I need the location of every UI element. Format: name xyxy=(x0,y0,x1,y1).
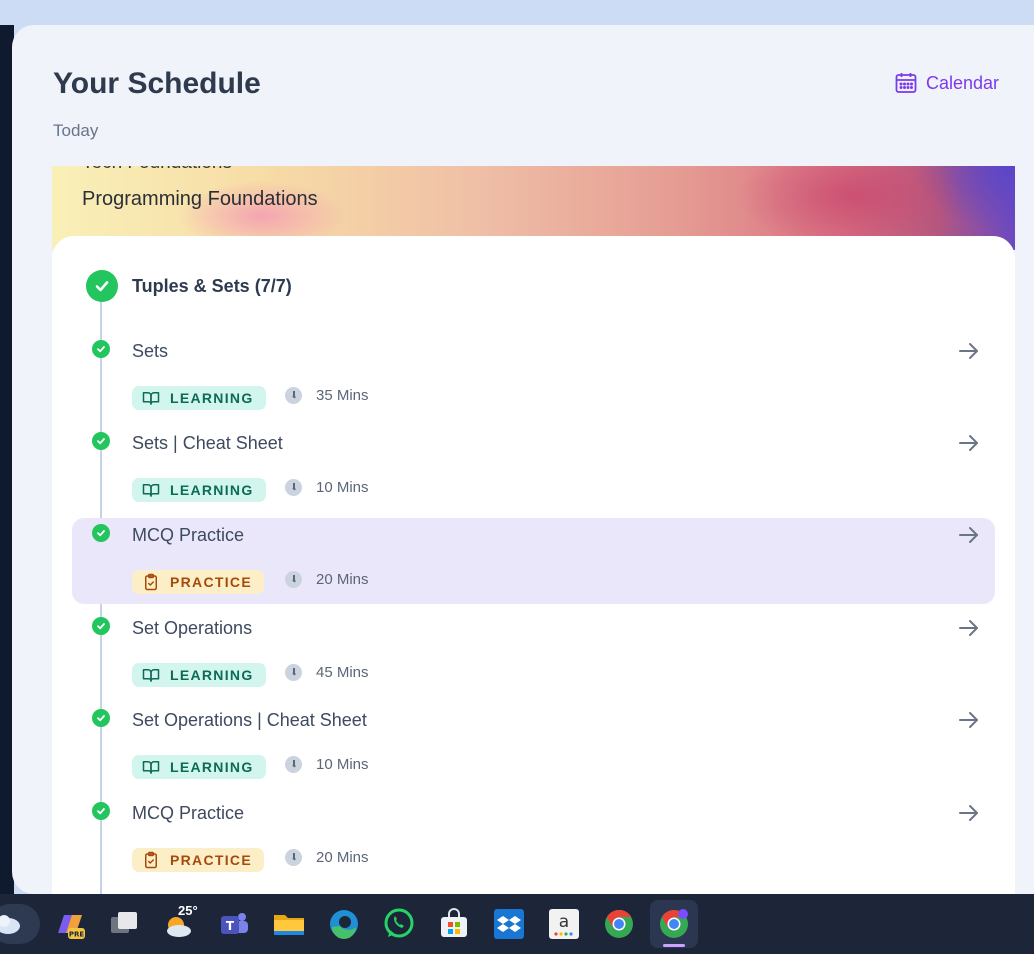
item-complete-check-icon xyxy=(92,617,110,635)
arrow-right-icon[interactable] xyxy=(957,523,981,547)
amazon-icon[interactable]: a xyxy=(547,907,581,941)
schedule-item-sets[interactable]: Sets LEARNING 35 Mins xyxy=(72,334,995,420)
clipboard-check-icon xyxy=(145,851,157,869)
weather-temperature: 25° xyxy=(178,903,198,918)
duration: 20 Mins xyxy=(285,571,369,588)
duration: 10 Mins xyxy=(285,756,369,773)
item-title: Sets xyxy=(132,341,169,361)
module-card: Tuples & Sets (7/7) Sets LEARNING 35 Min… xyxy=(52,236,1015,894)
arrow-right-icon[interactable] xyxy=(957,431,981,455)
clock-icon xyxy=(285,479,302,496)
clock-icon xyxy=(285,756,302,773)
task-view-icon[interactable] xyxy=(107,907,141,941)
item-complete-check-icon xyxy=(92,802,110,820)
teams-icon[interactable]: T xyxy=(217,907,251,941)
taskbar: PRE 25° T a xyxy=(0,894,1034,954)
weather-cloud-icon[interactable] xyxy=(0,904,40,944)
clipboard-check-icon xyxy=(145,573,157,591)
arrow-right-icon[interactable] xyxy=(957,616,981,640)
file-explorer-icon[interactable] xyxy=(272,907,306,941)
clock-icon xyxy=(285,849,302,866)
duration-label: 10 Mins xyxy=(316,479,369,496)
item-title: MCQ Practice xyxy=(132,803,245,823)
item-title: MCQ Practice xyxy=(132,525,245,545)
page-subtitle: Today xyxy=(53,121,99,140)
tag-label: LEARNING xyxy=(170,759,254,775)
active-app-indicator xyxy=(663,944,685,947)
clock-icon xyxy=(285,571,302,588)
item-title: Set Operations xyxy=(132,618,253,638)
book-icon xyxy=(142,392,160,405)
banner-clipped-text: Tech Foundations xyxy=(82,166,232,174)
window-top-strip xyxy=(0,0,1034,25)
svg-text:T: T xyxy=(226,919,235,933)
duration-label: 20 Mins xyxy=(316,849,369,866)
calendar-icon xyxy=(894,71,918,95)
svg-text:PRE: PRE xyxy=(69,931,85,939)
chrome-profile-icon[interactable] xyxy=(657,907,691,941)
learning-tag: LEARNING xyxy=(132,478,266,502)
schedule-item-set-operations[interactable]: Set Operations LEARNING 45 Mins xyxy=(72,611,995,697)
schedule-item-mcq-practice-2[interactable]: MCQ Practice PRACTICE 20 Mins xyxy=(72,796,995,882)
duration-label: 45 Mins xyxy=(316,664,369,681)
duration: 35 Mins xyxy=(285,387,369,404)
page-title: Your Schedule xyxy=(53,67,261,100)
item-complete-check-icon xyxy=(92,340,110,358)
practice-tag: PRACTICE xyxy=(132,848,264,872)
duration-label: 35 Mins xyxy=(316,387,369,404)
copilot-icon[interactable]: PRE xyxy=(52,907,86,941)
course-title: Programming Foundations xyxy=(82,188,318,210)
tag-label: PRACTICE xyxy=(170,852,252,868)
item-complete-check-icon xyxy=(92,432,110,450)
tag-label: LEARNING xyxy=(170,482,254,498)
schedule-panel: Your Schedule Today Calendar Tech Founda… xyxy=(12,25,1034,894)
arrow-right-icon[interactable] xyxy=(957,708,981,732)
module-title: Tuples & Sets (7/7) xyxy=(132,275,292,296)
practice-tag: PRACTICE xyxy=(132,570,264,594)
book-icon xyxy=(142,669,160,682)
dropbox-icon[interactable] xyxy=(492,907,526,941)
clock-icon xyxy=(285,387,302,404)
arrow-right-icon[interactable] xyxy=(957,339,981,363)
clock-icon xyxy=(285,664,302,681)
calendar-link[interactable]: Calendar xyxy=(894,71,999,95)
book-icon xyxy=(142,484,160,497)
tag-label: LEARNING xyxy=(170,390,254,406)
duration: 20 Mins xyxy=(285,849,369,866)
arrow-right-icon[interactable] xyxy=(957,801,981,825)
edge-icon[interactable] xyxy=(327,907,361,941)
duration: 45 Mins xyxy=(285,664,369,681)
microsoft-store-icon[interactable] xyxy=(437,907,471,941)
module-complete-check-icon xyxy=(86,270,118,302)
learning-tag: LEARNING xyxy=(132,386,266,410)
item-complete-check-icon xyxy=(92,524,110,542)
duration-label: 20 Mins xyxy=(316,571,369,588)
item-complete-check-icon xyxy=(92,709,110,727)
tag-label: PRACTICE xyxy=(170,574,252,590)
duration-label: 10 Mins xyxy=(316,756,369,773)
tag-label: LEARNING xyxy=(170,667,254,683)
schedule-item-mcq-practice[interactable]: MCQ Practice PRACTICE 20 Mins xyxy=(72,518,995,604)
chrome-icon[interactable] xyxy=(602,907,636,941)
whatsapp-icon[interactable] xyxy=(382,907,416,941)
learning-tag: LEARNING xyxy=(132,663,266,687)
calendar-label: Calendar xyxy=(926,72,1000,93)
item-title: Sets | Cheat Sheet xyxy=(132,433,283,453)
module-header[interactable]: Tuples & Sets (7/7) xyxy=(86,270,292,302)
book-icon xyxy=(142,761,160,774)
schedule-item-sets-cheat-sheet[interactable]: Sets | Cheat Sheet LEARNING 10 Mins xyxy=(72,426,995,512)
learning-tag: LEARNING xyxy=(132,755,266,779)
item-title: Set Operations | Cheat Sheet xyxy=(132,710,367,730)
schedule-item-set-operations-cheat-sheet[interactable]: Set Operations | Cheat Sheet LEARNING 10… xyxy=(72,703,995,789)
svg-text:a: a xyxy=(559,912,569,932)
duration: 10 Mins xyxy=(285,479,369,496)
